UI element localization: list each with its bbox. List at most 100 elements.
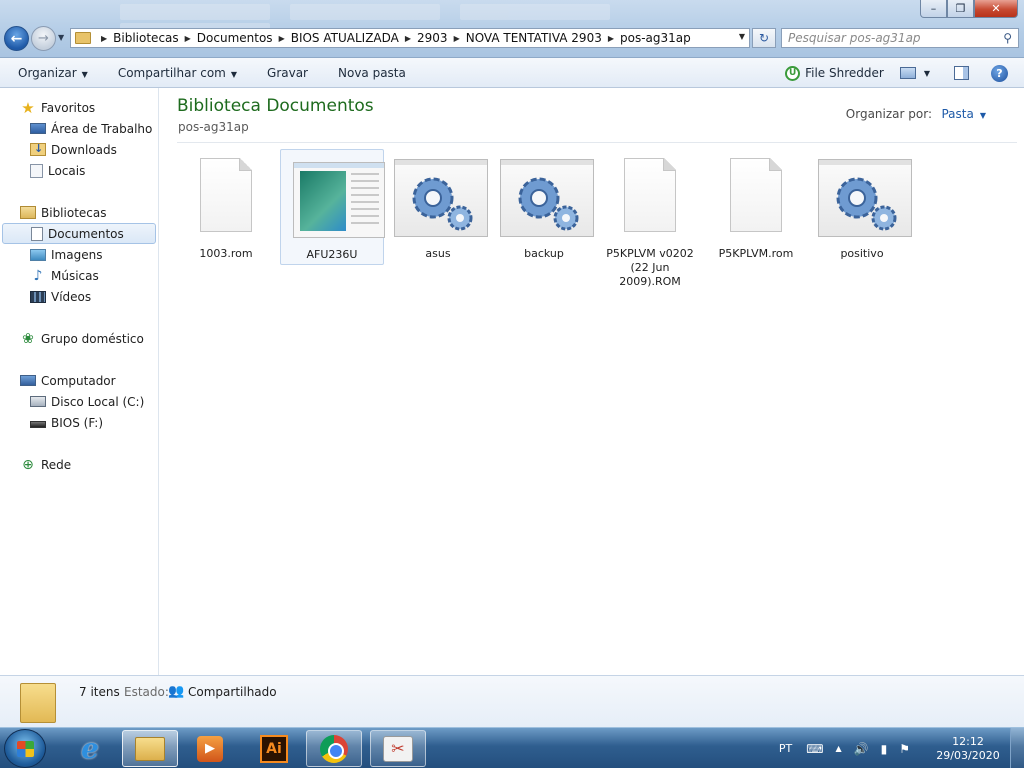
sidebar-item-label: BIOS (F:) (51, 415, 104, 430)
taskbar-file-shredder[interactable]: ✂ (370, 730, 426, 767)
breadcrumb-item[interactable]: BIOS ATUALIZADA (291, 31, 399, 45)
close-button[interactable]: ✕ (974, 0, 1018, 18)
breadcrumb-separator[interactable]: ▶ (608, 34, 614, 43)
taskbar-media-player[interactable]: ▶ (182, 730, 238, 767)
taskbar-chrome[interactable] (306, 730, 362, 767)
sidebar-item-desktop[interactable]: Área de Trabalho (0, 118, 158, 139)
keyboard-icon[interactable]: ⌨ (806, 742, 823, 756)
file-item[interactable]: asus (386, 149, 490, 265)
minimize-button[interactable]: – (920, 0, 947, 18)
file-name: 1003.rom (199, 247, 253, 260)
state-label: Estado: (124, 685, 169, 699)
music-icon: ♪ (33, 267, 43, 284)
clock[interactable]: 12:12 29/03/2020 (936, 735, 1000, 763)
folder-icon (75, 32, 91, 44)
sidebar-item-libraries[interactable]: Bibliotecas (0, 202, 158, 223)
breadcrumb-item[interactable]: NOVA TENTATIVA 2903 (466, 31, 602, 45)
sidebar-item-favorites[interactable]: ★ Favoritos (0, 97, 158, 118)
application-window-icon (293, 162, 385, 238)
header-divider (177, 142, 1017, 143)
sidebar-item-label: Rede (41, 457, 72, 472)
sidebar-item-label: Computador (41, 373, 116, 388)
breadcrumb-separator[interactable]: ▶ (185, 34, 191, 43)
recent-pages-button[interactable]: ▼ (58, 33, 64, 42)
sidebar-item-label: Bibliotecas (41, 205, 107, 220)
homegroup-icon: ❀ (22, 330, 34, 347)
show-desktop-button[interactable] (1010, 728, 1024, 768)
arrange-by-control: Organizar por: (846, 107, 932, 121)
action-center-flag-icon[interactable]: ⚑ (899, 742, 910, 756)
maximize-button[interactable]: ❐ (947, 0, 974, 18)
arrange-by-value: Pasta (941, 107, 974, 121)
burn-button[interactable]: Gravar (267, 66, 308, 80)
sidebar-item-local-disk[interactable]: Disco Local (C:) (0, 391, 158, 412)
taskbar: e ▶ Ai ✂ PT ⌨ ▲ 🔊 ▮ ⚑ 12:12 29/03/2020 (0, 727, 1024, 768)
address-dropdown-button[interactable]: ▼ (739, 32, 745, 41)
chevron-down-icon: ▼ (230, 69, 238, 79)
breadcrumb-separator[interactable]: ▶ (279, 34, 285, 43)
file-item[interactable]: P5KPLVM v0202 (22 Jun 2009).ROM (598, 149, 702, 288)
computer-icon (20, 375, 36, 386)
back-button[interactable]: ← (4, 26, 29, 51)
folder-icon (20, 683, 56, 723)
share-with-button[interactable]: Compartilhar com ▼ (118, 66, 237, 80)
view-options-button[interactable]: ▼ (924, 69, 930, 78)
search-placeholder: Pesquisar pos-ag31ap (788, 31, 921, 45)
language-indicator[interactable]: PT (779, 742, 792, 755)
network-status-icon[interactable]: ▮ (881, 742, 888, 756)
sidebar-item-network[interactable]: ⊕ Rede (0, 454, 158, 475)
arrange-by-dropdown[interactable]: Pasta ▼ (941, 107, 986, 121)
sidebar-item-computer[interactable]: Computador (0, 370, 158, 391)
sidebar-item-recent-places[interactable]: Locais (0, 160, 158, 181)
forward-button[interactable]: → (31, 26, 56, 51)
file-item[interactable]: P5KPLVM.rom (704, 149, 808, 265)
show-hidden-icons-icon[interactable]: ▲ (836, 744, 842, 753)
volume-icon[interactable]: 🔊 (854, 742, 869, 756)
sidebar-item-videos[interactable]: Vídeos (0, 286, 158, 307)
sidebar-item-pictures[interactable]: Imagens (0, 244, 158, 265)
breadcrumb-separator[interactable]: ▶ (454, 34, 460, 43)
start-button[interactable] (4, 729, 46, 768)
breadcrumb-item[interactable]: pos-ag31ap (620, 31, 691, 45)
taskbar-internet-explorer[interactable]: e (62, 730, 118, 767)
refresh-button[interactable]: ↻ (752, 28, 776, 48)
breadcrumb-item[interactable]: Bibliotecas (113, 31, 178, 45)
star-icon: ★ (21, 98, 35, 117)
taskbar-illustrator[interactable]: Ai (246, 730, 302, 767)
new-folder-button[interactable]: Nova pasta (338, 66, 406, 80)
sidebar-item-bios-drive[interactable]: BIOS (F:) (0, 412, 158, 433)
breadcrumb-separator[interactable]: ▶ (101, 34, 107, 43)
file-shredder-button[interactable]: U File Shredder (785, 65, 884, 81)
sidebar-item-label: Músicas (51, 268, 99, 283)
desktop-icon (30, 123, 46, 134)
navigation-pane: ★ Favoritos Área de Trabalho Downloads Lo… (0, 88, 159, 675)
address-bar[interactable]: ▶ Bibliotecas ▶ Documentos ▶ BIOS ATUALI… (70, 28, 750, 48)
network-icon: ⊕ (22, 456, 34, 473)
windows-explorer-icon (135, 736, 165, 761)
file-icon (730, 158, 782, 232)
file-shredder-label: File Shredder (805, 65, 884, 80)
breadcrumb-item[interactable]: 2903 (417, 31, 448, 45)
file-item[interactable]: backup (492, 149, 596, 265)
sidebar-item-homegroup[interactable]: ❀ Grupo doméstico (0, 328, 158, 349)
file-name: P5KPLVM v0202 (22 Jun 2009).ROM (606, 247, 694, 288)
file-icon (624, 158, 676, 232)
breadcrumb-separator[interactable]: ▶ (405, 34, 411, 43)
sidebar-item-music[interactable]: ♪ Músicas (0, 265, 158, 286)
breadcrumb-item[interactable]: Documentos (197, 31, 273, 45)
help-icon[interactable]: ? (991, 64, 1008, 82)
sidebar-item-documents[interactable]: Documentos (2, 223, 156, 244)
change-view-icon[interactable] (899, 67, 916, 79)
preview-pane-icon[interactable] (954, 66, 969, 80)
organize-button[interactable]: Organizar ▼ (18, 66, 88, 80)
gears-icon (500, 159, 594, 237)
sidebar-item-label: Grupo doméstico (41, 331, 144, 346)
sidebar-item-downloads[interactable]: Downloads (0, 139, 158, 160)
taskbar-windows-explorer[interactable] (122, 730, 178, 767)
pictures-icon (30, 248, 46, 261)
file-item[interactable]: positivo (810, 149, 914, 265)
file-item[interactable]: 1003.rom (174, 149, 278, 265)
file-item-selected[interactable]: AFU236U (280, 149, 385, 265)
search-input[interactable]: Pesquisar pos-ag31ap ⚲ (781, 28, 1019, 48)
search-icon[interactable]: ⚲ (1003, 31, 1012, 45)
